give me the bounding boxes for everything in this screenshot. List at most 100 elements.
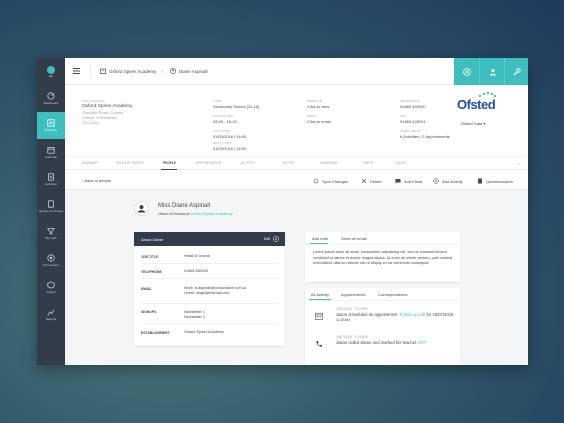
establishment-link[interactable]: Oxford Spires Academy (191, 211, 233, 216)
settings-button[interactable] (504, 58, 528, 85)
event-text: Jason scheduled an appointment: Follow u… (336, 312, 453, 317)
telephone-value[interactable]: 01865 428200 (400, 104, 426, 109)
divider (90, 65, 91, 78)
row-value[interactable]: 01685 683294 (184, 269, 208, 274)
sidebar-item-promotions[interactable]: Promotions (37, 247, 65, 274)
tab-ordering[interactable]: Ordering (320, 161, 337, 165)
tab-correspondence[interactable]: Correspondence (378, 292, 408, 297)
event-text: Jason called Diane and marked the lead a… (336, 340, 426, 345)
ofsted-data-dropdown[interactable]: Ofsted Data ▾ (461, 121, 485, 126)
wrench-icon (513, 67, 521, 75)
sidebar-item-label: Orders (46, 289, 56, 294)
about-row-establishment: Establishment Oxford Spires Academy (141, 328, 278, 340)
tab-add-note[interactable]: Add note (312, 236, 328, 241)
address-line-3: OX4 2AU (82, 120, 99, 125)
tab-appointments[interactable]: Appointments (196, 161, 221, 165)
tab-summary[interactable]: Summary (82, 161, 98, 165)
email-link[interactable]: Click to email (307, 119, 331, 124)
user-icon (489, 68, 496, 75)
add-email-button[interactable]: Add Email (395, 178, 422, 184)
sidebar-item-activities[interactable]: Activities (37, 166, 65, 193)
app-logo[interactable]: laat (37, 58, 65, 85)
open-tasks-value[interactable]: 6 Activities / 2 Appointments (400, 134, 450, 139)
sidebar-item-orders[interactable]: Orders (37, 274, 65, 301)
add-activity-button[interactable]: Add Activity (433, 178, 463, 184)
logo-text: laat (48, 74, 54, 78)
sidebar-item-label: Calendar (44, 154, 58, 159)
sync-label: Sync Changes (322, 178, 349, 184)
row-key: Establishment (141, 331, 170, 335)
event-link[interactable]: Follow up call (400, 312, 425, 317)
sidebar-item-directory[interactable]: Directory (37, 112, 65, 139)
telephone-label: Telephone (400, 99, 420, 103)
menu-icon[interactable] (73, 68, 80, 74)
add-activity-label: Add Activity (442, 178, 463, 184)
user-button[interactable] (479, 58, 505, 85)
next-visit-value: 01/03/2016 | 16:00 (213, 146, 247, 151)
logo-mark (47, 65, 55, 74)
back-to-people-link[interactable]: ‹ Back to people (82, 178, 111, 183)
activity-card: All Activity Appointments Correspondence… (305, 288, 460, 365)
delete-button[interactable]: Delete (361, 178, 382, 184)
divider (305, 300, 460, 301)
tab-visits[interactable]: Visits (363, 161, 373, 165)
about-row-email: Email Work: d.aspinall@oxsacharch.sch.uk… (141, 284, 278, 304)
reports-icon (47, 309, 55, 316)
breadcrumb-academy[interactable]: Oxford Spires Academy (109, 69, 156, 74)
row-value: Head of Drama (184, 254, 210, 258)
breadcrumb-person[interactable]: Diane Aspinall (179, 69, 208, 74)
row-value[interactable]: Home: daspi@hotmail.com (184, 291, 230, 296)
back-label: Back to people (84, 178, 111, 183)
directory-icon (47, 119, 55, 127)
association-name: Oxford Spires Academy (82, 104, 133, 109)
note-text[interactable]: Lorem ipsum dolor sit amet, consectetur … (313, 250, 453, 267)
association-info: Association Oxford Spires Academy Glanvi… (65, 85, 528, 156)
questionnaire-icon (478, 178, 482, 184)
chevron-right-icon[interactable]: › (519, 161, 520, 166)
person-icon (170, 68, 176, 74)
tab-all-activity[interactable]: All Activity (311, 292, 329, 297)
row-key: Telephone (141, 270, 162, 274)
about-row-signups: Signups Newsletter 1 Newsletter 2 (141, 308, 278, 324)
tab-appointments[interactable]: Appointments (341, 292, 365, 297)
sidebar-item-label: Reports (45, 316, 57, 321)
sidebar-item-reports[interactable]: Reports (37, 301, 65, 328)
profile-section: Miss Diane Aspinall Head of Drama at Oxf… (65, 190, 528, 365)
last-visit-value: 01/03/2016 | 16:00 (213, 134, 247, 139)
calendar-icon (47, 146, 55, 154)
sidebar-item-label: My Lists (45, 235, 57, 240)
tab-a-data[interactable]: A Data (395, 161, 406, 165)
calendar-icon (315, 312, 323, 320)
sidebar-item-dashboard[interactable]: Dashboard (37, 85, 65, 112)
school-day-value: 08:45 - 15:15 (213, 119, 237, 124)
action-bar: ‹ Back to people Sync Changes Delete Add… (65, 170, 528, 190)
tab-sales-by-month[interactable]: Sales by month (116, 161, 144, 165)
delete-label: Delete (370, 178, 382, 184)
add-email-label: Add Email (404, 178, 423, 184)
promotions-icon (47, 254, 55, 262)
row-key: Job Title (141, 255, 159, 259)
sidebar-item-quotes[interactable]: Quotes & Invoices (37, 193, 65, 220)
tab-activity[interactable]: Activity (241, 161, 255, 165)
event-text-suffix: for 16/07/2015 (426, 312, 454, 317)
row-key: Signups (141, 310, 157, 314)
fax-label: Fax (400, 114, 407, 118)
website-link[interactable]: Click to view (307, 104, 329, 109)
about-title: About Diane (141, 237, 164, 242)
sync-changes-button[interactable]: Sync Changes (313, 178, 348, 184)
add-button[interactable] (454, 58, 480, 85)
edit-icon[interactable] (273, 236, 279, 242)
tab-send-email[interactable]: Send an email (341, 236, 367, 241)
tab-people[interactable]: People (163, 161, 176, 165)
open-tasks-label: Open Tasks (400, 129, 421, 133)
edit-link[interactable]: Edit (264, 237, 270, 241)
event-date: 16/07/2015 · 17:09PM (336, 335, 368, 339)
sidebar-item-lists[interactable]: My Lists (37, 220, 65, 247)
next-visit-label: Next Visit (213, 141, 232, 145)
plus-circle-icon (433, 178, 439, 184)
event-link[interactable]: HOT (417, 340, 426, 345)
row-value[interactable]: Oxford Spires Academy (184, 330, 224, 335)
tab-notes[interactable]: Notes (283, 161, 294, 165)
questionnaires-button[interactable]: Questionnaires (477, 178, 513, 184)
sidebar-item-calendar[interactable]: Calendar (37, 139, 65, 166)
